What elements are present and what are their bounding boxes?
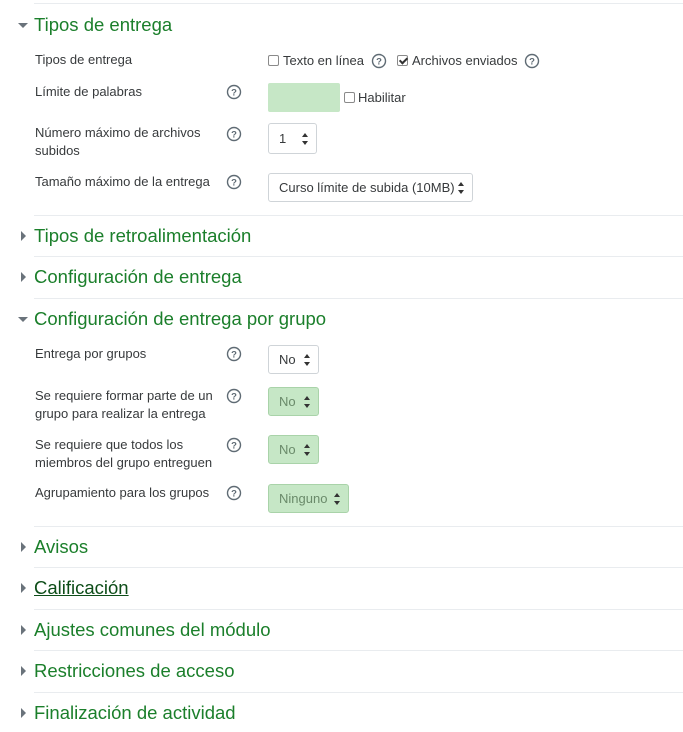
select-arrows-icon — [458, 181, 465, 194]
select-value: 1 — [279, 131, 287, 146]
select-value: No — [279, 394, 296, 409]
tipos-entrega-label: Tipos de entrega — [35, 52, 133, 67]
section-tipos-retroalimentacion[interactable]: Tipos de retroalimentación — [0, 219, 683, 253]
todos-miembros-label: Se requiere que todos los miembros del g… — [35, 436, 212, 472]
habilitar-label[interactable]: Habilitar — [358, 90, 406, 106]
archivos-enviados-label[interactable]: Archivos enviados — [412, 53, 518, 69]
section-divider — [34, 692, 683, 693]
todos-miembros-label-line: miembros del grupo entreguen — [35, 455, 213, 470]
entrega-grupos-label: Entrega por grupos — [35, 346, 147, 361]
section-tipos-entrega[interactable]: Tipos de entrega — [0, 8, 683, 42]
texto-en-linea-checkbox[interactable] — [268, 55, 279, 66]
select-arrows-icon — [304, 353, 311, 366]
svg-text:?: ? — [231, 88, 237, 99]
svg-text:?: ? — [231, 489, 237, 500]
tamano-maximo-select[interactable]: Curso límite de subida (10MB) — [268, 173, 473, 202]
section-divider — [34, 3, 683, 4]
help-icon[interactable]: ? — [226, 84, 242, 100]
section-divider — [34, 298, 683, 299]
tamano-maximo-label: Tamaño máximo de la entrega — [35, 174, 210, 189]
caret-right-icon[interactable] — [16, 696, 30, 730]
section-divider — [34, 567, 683, 568]
section-title[interactable]: Configuración de entrega por grupo — [34, 302, 326, 336]
svg-text:?: ? — [231, 350, 237, 361]
select-arrows-icon — [304, 395, 311, 408]
num-archivos-label-line: subidos — [35, 143, 80, 158]
section-title[interactable]: Tipos de retroalimentación — [34, 219, 251, 253]
caret-right-icon[interactable] — [16, 260, 30, 294]
section-title[interactable]: Calificación — [34, 571, 129, 605]
todos-miembros-label-line: Se requiere que todos los — [35, 437, 184, 452]
svg-text:?: ? — [231, 392, 237, 403]
svg-text:?: ? — [231, 441, 237, 452]
section-finalizacion-actividad[interactable]: Finalización de actividad — [0, 696, 683, 730]
caret-right-icon[interactable] — [16, 571, 30, 605]
limite-palabras-label: Límite de palabras — [35, 84, 142, 99]
help-icon[interactable]: ? — [226, 346, 242, 362]
section-title[interactable]: Tipos de entrega — [34, 8, 172, 42]
help-icon[interactable]: ? — [226, 485, 242, 501]
section-ajustes-comunes[interactable]: Ajustes comunes del módulo — [0, 613, 683, 647]
caret-right-icon[interactable] — [16, 654, 30, 688]
section-divider — [34, 650, 683, 651]
select-value: No — [279, 442, 296, 457]
caret-right-icon[interactable] — [16, 613, 30, 647]
section-title[interactable]: Finalización de actividad — [34, 696, 236, 730]
agrupamiento-label: Agrupamiento para los grupos — [35, 485, 210, 500]
section-divider — [34, 609, 683, 610]
caret-down-icon[interactable] — [16, 8, 30, 42]
select-value: Ninguno — [279, 491, 328, 506]
help-icon[interactable]: ? — [371, 53, 387, 69]
select-arrows-icon — [334, 492, 341, 505]
help-icon[interactable]: ? — [226, 174, 242, 190]
texto-en-linea-label[interactable]: Texto en línea — [283, 53, 364, 69]
section-configuracion-entrega[interactable]: Configuración de entrega — [0, 260, 683, 294]
agrupamiento-select[interactable]: Ninguno — [268, 484, 349, 513]
svg-text:?: ? — [231, 178, 237, 189]
help-icon[interactable]: ? — [226, 126, 242, 142]
section-calificacion[interactable]: Calificación — [0, 571, 683, 605]
section-restricciones-acceso[interactable]: Restricciones de acceso — [0, 654, 683, 688]
caret-right-icon[interactable] — [16, 530, 30, 564]
svg-text:?: ? — [231, 130, 237, 141]
entrega-grupos-select[interactable]: No — [268, 345, 319, 374]
todos-miembros-select[interactable]: No — [268, 435, 319, 464]
svg-text:?: ? — [529, 57, 535, 68]
num-archivos-label-line: Número máximo de archivos — [35, 125, 201, 140]
section-title[interactable]: Avisos — [34, 530, 88, 564]
caret-right-icon[interactable] — [16, 219, 30, 253]
requiere-grupo-select[interactable]: No — [268, 387, 319, 416]
section-divider — [34, 526, 683, 527]
requiere-grupo-label-line: Se requiere formar parte de un — [35, 388, 213, 403]
select-value: No — [279, 352, 296, 367]
section-title[interactable]: Ajustes comunes del módulo — [34, 613, 271, 647]
select-arrows-icon — [304, 443, 311, 456]
select-value: Curso límite de subida (10MB) — [279, 180, 455, 195]
archivos-enviados-checkbox[interactable] — [397, 55, 408, 66]
section-configuracion-grupo[interactable]: Configuración de entrega por grupo — [0, 302, 683, 336]
requiere-grupo-label: Se requiere formar parte de un grupo par… — [35, 387, 213, 423]
section-avisos[interactable]: Avisos — [0, 530, 683, 564]
section-title[interactable]: Restricciones de acceso — [34, 654, 235, 688]
limite-palabras-input[interactable] — [268, 83, 340, 112]
caret-down-icon[interactable] — [16, 302, 30, 336]
help-icon[interactable]: ? — [226, 388, 242, 404]
num-archivos-select[interactable]: 1 — [268, 123, 317, 154]
habilitar-checkbox[interactable] — [344, 92, 355, 103]
section-divider — [34, 256, 683, 257]
num-archivos-label: Número máximo de archivos subidos — [35, 124, 200, 160]
section-divider — [34, 215, 683, 216]
section-title[interactable]: Configuración de entrega — [34, 260, 242, 294]
requiere-grupo-label-line: grupo para realizar la entrega — [35, 406, 206, 421]
svg-text:?: ? — [376, 57, 382, 68]
select-arrows-icon — [302, 132, 309, 145]
help-icon[interactable]: ? — [226, 437, 242, 453]
help-icon[interactable]: ? — [524, 53, 540, 69]
